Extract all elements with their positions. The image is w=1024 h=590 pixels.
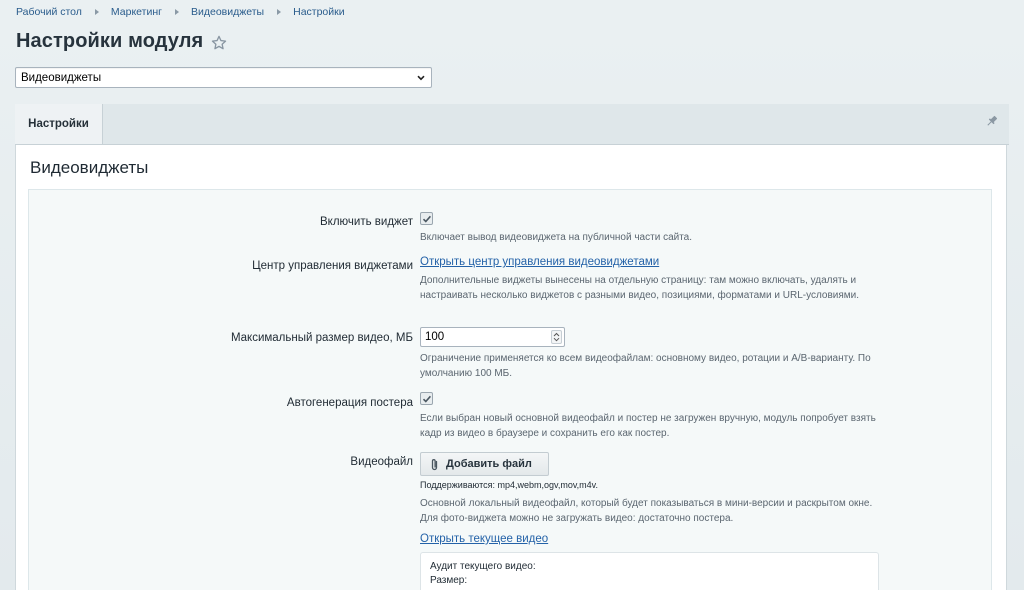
audit-title: Аудит текущего видео: <box>430 561 536 572</box>
number-stepper[interactable] <box>551 330 562 344</box>
video-file-description: Основной локальный видеофайл, который бу… <box>420 498 873 524</box>
max-video-size-input[interactable]: 100 <box>420 327 565 347</box>
video-file-label: Видеофайл <box>350 456 413 468</box>
settings-panel: Видеовиджеты Включить виджет Включает вы… <box>15 145 1007 590</box>
audit-size: Размер: <box>430 575 468 586</box>
module-select[interactable]: Видеовиджеты <box>15 67 432 88</box>
breadcrumb-item-settings[interactable]: Настройки <box>293 6 345 18</box>
page-title: Настройки модуля <box>16 30 204 52</box>
pin-icon[interactable] <box>985 114 999 128</box>
control-center-description: Дополнительные виджеты вынесены на отдел… <box>420 275 860 301</box>
chevron-down-icon <box>417 75 425 81</box>
enable-widget-description: Включает вывод видеовиджета на публичной… <box>420 232 693 243</box>
star-icon[interactable] <box>210 34 228 52</box>
breadcrumb-separator-icon <box>94 9 99 15</box>
control-center-label: Центр управления виджетами <box>252 260 413 272</box>
paperclip-icon <box>431 459 438 471</box>
enable-widget-label: Включить виджет <box>320 216 413 228</box>
add-file-button[interactable]: Добавить файл <box>420 452 549 476</box>
stepper-arrows-icon <box>553 332 560 342</box>
breadcrumb-item-videowidgets[interactable]: Видеовиджеты <box>191 6 264 18</box>
control-center-link[interactable]: Открыть центр управления видеовиджетами <box>420 256 659 268</box>
auto-poster-label: Автогенерация постера <box>286 397 413 409</box>
breadcrumb-separator-icon <box>277 9 282 15</box>
section-title: Видеовиджеты <box>30 158 149 177</box>
auto-poster-checkbox[interactable] <box>420 392 433 405</box>
breadcrumb-item-marketing[interactable]: Маркетинг <box>111 6 162 18</box>
open-current-video-link[interactable]: Открыть текущее видео <box>420 533 548 545</box>
checkmark-icon <box>422 395 431 403</box>
module-select-value: Видеовиджеты <box>21 72 102 84</box>
breadcrumb-item-desktop[interactable]: Рабочий стол <box>16 6 82 18</box>
tab-bar: Настройки <box>15 104 1009 145</box>
video-audit-box: Аудит текущего видео: Размер: <box>420 552 879 590</box>
breadcrumb-separator-icon <box>174 9 179 15</box>
auto-poster-description: Если выбран новый основной видеофайл и п… <box>420 413 876 439</box>
breadcrumb: Рабочий стол Маркетинг Видеовиджеты Наст… <box>16 6 345 18</box>
supported-formats: Поддерживаются: mp4,webm,ogv,mov,m4v. <box>420 480 599 490</box>
checkmark-icon <box>422 215 431 223</box>
tab-settings[interactable]: Настройки <box>15 104 103 144</box>
settings-form: Включить виджет Включает вывод видеовидж… <box>28 189 992 590</box>
max-video-size-label: Максимальный размер видео, МБ <box>230 332 413 344</box>
add-file-button-label: Добавить файл <box>446 458 532 470</box>
max-video-size-description: Ограничение применяется ко всем видеофай… <box>420 353 871 379</box>
enable-widget-checkbox[interactable] <box>420 212 433 225</box>
max-video-size-value: 100 <box>425 331 445 343</box>
